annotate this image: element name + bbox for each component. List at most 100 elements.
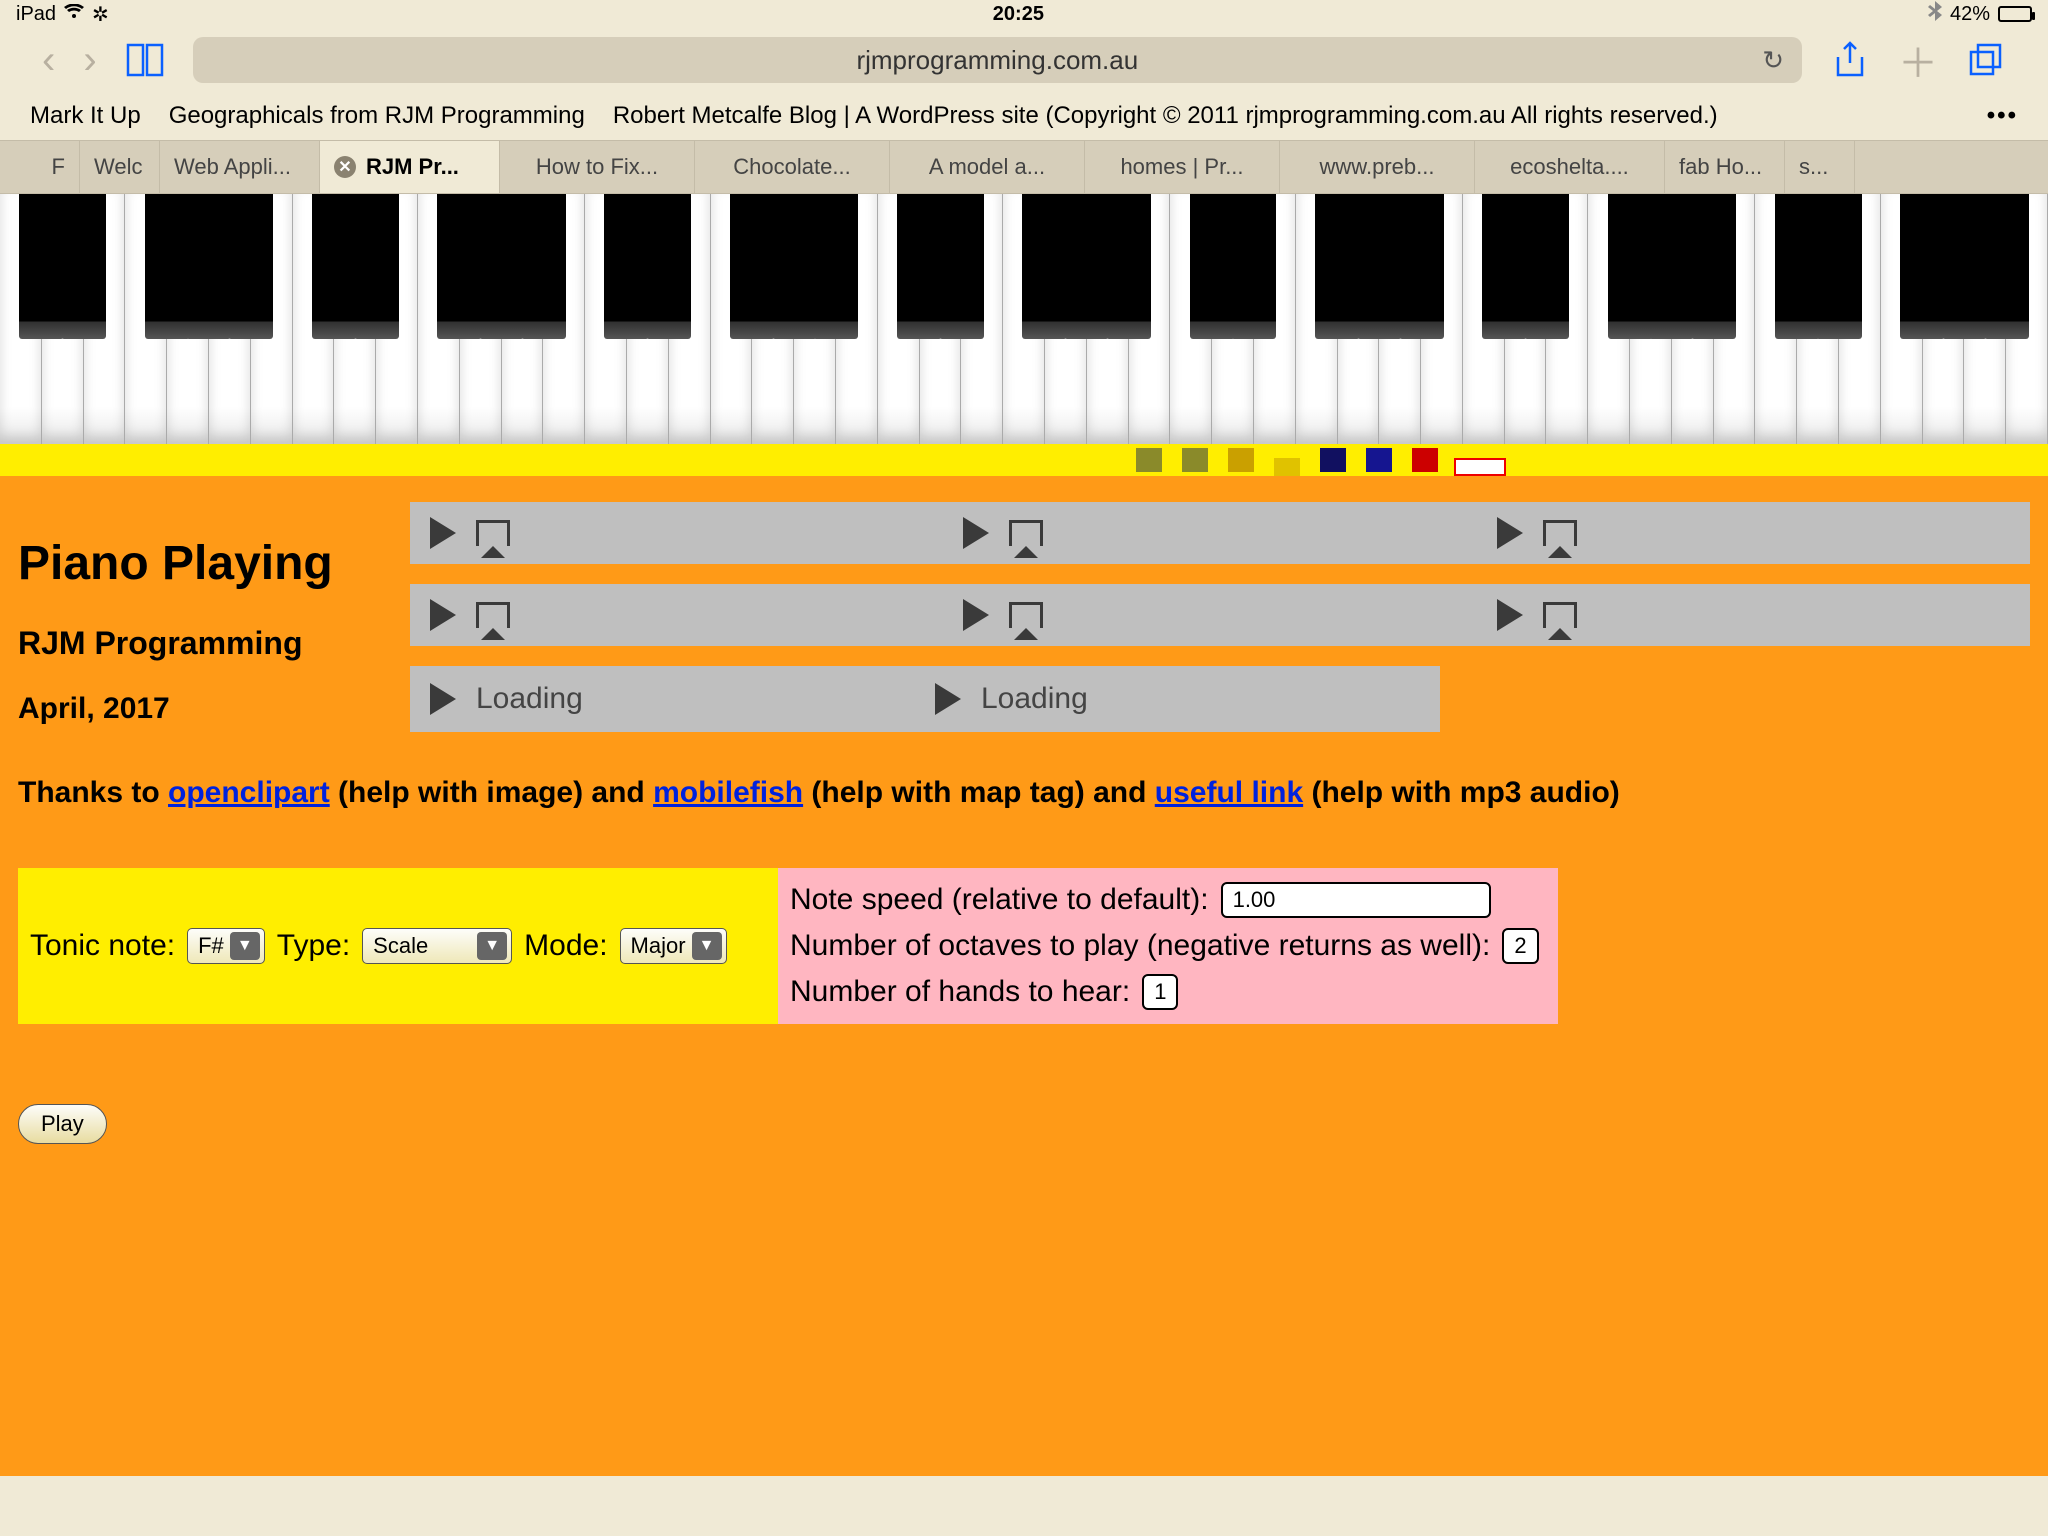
tabs-overview-icon[interactable] [1966,40,2006,80]
link-mobilefish[interactable]: mobilefish [653,776,803,809]
black-key[interactable] [437,194,482,339]
bookmark-item[interactable]: Robert Metcalfe Blog | A WordPress site … [613,102,1718,130]
tonic-select[interactable]: F#▼ [187,928,265,964]
play-icon[interactable] [935,683,961,715]
airplay-icon[interactable] [1543,602,1577,628]
reload-icon[interactable]: ↻ [1762,45,1784,76]
bookmark-item[interactable]: Geographicals from RJM Programming [169,102,585,130]
black-key[interactable] [1482,194,1527,339]
black-key[interactable] [19,194,64,339]
audio-player[interactable] [1497,517,2010,549]
black-key[interactable] [1022,194,1067,339]
speed-input[interactable]: 1.00 [1221,882,1491,918]
play-icon[interactable] [430,683,456,715]
black-key[interactable] [145,194,190,339]
black-key[interactable] [1816,194,1861,339]
audio-player[interactable] [963,599,1476,631]
black-key[interactable] [1900,194,1945,339]
tab[interactable]: Web Appli... [160,141,320,193]
audio-player[interactable] [1497,599,2010,631]
black-key[interactable] [1524,194,1569,339]
back-button[interactable]: ‹ [42,38,55,83]
audio-player-loading[interactable]: Loading [935,682,1420,716]
url-bar[interactable]: rjmprogramming.com.au ↻ [193,37,1802,83]
tab[interactable]: F [0,141,80,193]
black-key[interactable] [813,194,858,339]
black-key[interactable] [1399,194,1444,339]
play-button[interactable]: Play [18,1104,107,1144]
clock: 20:25 [109,3,1928,26]
black-key[interactable] [772,194,817,339]
audio-player[interactable] [963,517,1476,549]
tab[interactable]: ecoshelta.... [1475,141,1665,193]
bookmarks-icon[interactable] [125,40,165,80]
airplay-icon[interactable] [476,602,510,628]
black-key[interactable] [1649,194,1694,339]
airplay-icon[interactable] [1009,602,1043,628]
tab-active[interactable]: ✕ RJM Pr... [320,141,500,193]
black-key[interactable] [730,194,775,339]
black-key[interactable] [312,194,357,339]
bookmark-item[interactable]: Mark It Up [30,102,141,130]
page-subtitle: RJM Programming [18,625,388,662]
tab[interactable]: How to Fix... [500,141,695,193]
type-select[interactable]: Scale▼ [362,928,512,964]
play-icon[interactable] [1497,599,1523,631]
airplay-icon[interactable] [476,520,510,546]
tab[interactable]: s... [1785,141,1855,193]
tab[interactable]: homes | Pr... [1085,141,1280,193]
airplay-icon[interactable] [1009,520,1043,546]
link-openclipart[interactable]: openclipart [168,776,330,809]
black-key[interactable] [646,194,691,339]
piano-keyboard[interactable] [0,194,2048,444]
black-key[interactable] [354,194,399,339]
tab-label[interactable]: A model a... [929,154,1045,180]
black-key[interactable] [939,194,984,339]
forward-button[interactable]: › [83,38,96,83]
black-key[interactable] [1942,194,1987,339]
link-useful[interactable]: useful link [1155,776,1303,809]
play-icon[interactable] [430,517,456,549]
audio-player[interactable] [430,599,943,631]
select-value: Major [631,933,686,959]
black-key[interactable] [521,194,566,339]
black-key[interactable] [1691,194,1736,339]
mode-select[interactable]: Major▼ [620,928,727,964]
speed-panel: Note speed (relative to default): 1.00 N… [778,868,1558,1024]
black-key[interactable] [1231,194,1276,339]
black-key[interactable] [1608,194,1653,339]
octaves-label: Number of octaves to play (negative retu… [790,929,1490,963]
new-tab-icon[interactable]: ＋ [1898,40,1938,80]
black-key[interactable] [1190,194,1235,339]
tab[interactable]: Chocolate... [695,141,890,193]
black-key[interactable] [1357,194,1402,339]
black-key[interactable] [479,194,524,339]
black-key[interactable] [1106,194,1151,339]
tab[interactable]: fab Ho... [1665,141,1785,193]
play-icon[interactable] [963,599,989,631]
black-key[interactable] [61,194,106,339]
octaves-input[interactable]: 2 [1502,928,1538,964]
play-icon[interactable] [430,599,456,631]
tab[interactable]: A model a... [890,141,1085,193]
black-key[interactable] [1315,194,1360,339]
black-key[interactable] [1064,194,1109,339]
audio-player[interactable] [430,517,943,549]
black-key[interactable] [897,194,942,339]
bookmarks-overflow-icon[interactable]: ••• [1987,102,2018,130]
black-key[interactable] [604,194,649,339]
black-key[interactable] [228,194,273,339]
close-tab-icon[interactable]: ✕ [334,156,356,178]
audio-player-loading[interactable]: Loading [430,682,915,716]
tab[interactable]: www.preb... [1280,141,1475,193]
black-key[interactable] [1775,194,1820,339]
share-icon[interactable] [1830,40,1870,80]
play-icon[interactable] [963,517,989,549]
black-key[interactable] [1984,194,2029,339]
hands-input[interactable]: 1 [1142,974,1178,1010]
tab[interactable]: Welc [80,141,160,193]
play-icon[interactable] [1497,517,1523,549]
loading-spinner-icon: ✲ [92,2,109,27]
black-key[interactable] [186,194,231,339]
airplay-icon[interactable] [1543,520,1577,546]
